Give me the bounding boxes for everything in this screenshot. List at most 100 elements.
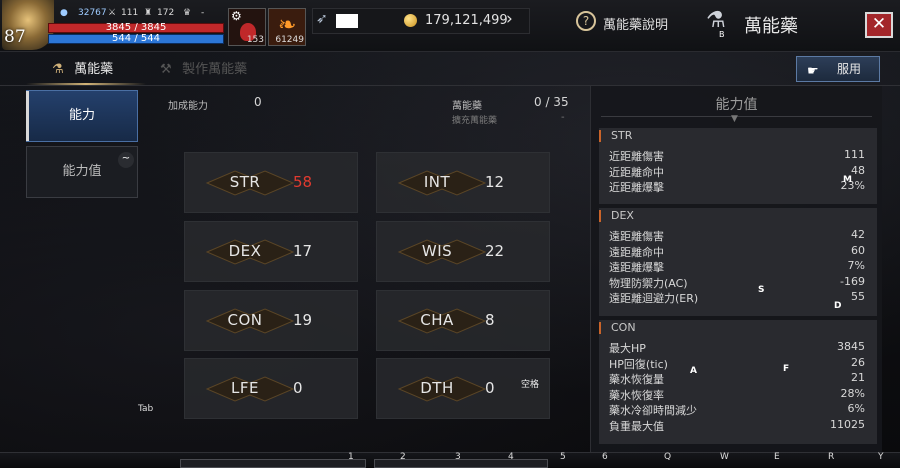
hotkey-label: 2 bbox=[400, 452, 406, 462]
trophy-icon: ♛ bbox=[183, 8, 192, 18]
stat-row-label: 遠距離迴避力(ER) bbox=[609, 292, 699, 305]
hotkey-label: Q bbox=[664, 452, 672, 462]
character-level: 87 bbox=[4, 27, 26, 47]
hotkey-label: 6 bbox=[602, 452, 608, 462]
stat-card-cha[interactable]: CHA 8 bbox=[376, 290, 550, 351]
section-marker bbox=[599, 322, 601, 334]
hotkey-label: Y bbox=[878, 452, 884, 462]
stat-row-value: 42 bbox=[851, 228, 865, 241]
hotkey-hint-m: M bbox=[843, 175, 852, 185]
stat-row-label: 負重最大值 bbox=[609, 419, 664, 433]
dex-stat-row: 遠距離迴避力(ER) 55 bbox=[609, 290, 865, 305]
dex-stat-row: 遠距離命中 60 bbox=[609, 244, 865, 259]
tilde-hotkey: ~ bbox=[118, 152, 134, 168]
tab-hotkey: Tab bbox=[138, 404, 154, 414]
stat-row-label: 藥水冷卻時間減少 bbox=[609, 404, 697, 417]
feather-buff-slot[interactable]: ❧ 61249 bbox=[268, 8, 306, 46]
hp-bar: 3845 / 3845 bbox=[48, 22, 224, 33]
stat-value: 17 bbox=[293, 242, 313, 260]
sword-icon: ⚔ bbox=[108, 8, 117, 18]
use-elixir-button[interactable]: ☛ 服用 bbox=[796, 56, 880, 82]
tab-bar: ⚗ 萬能藥 ⚒ 製作萬能藥 bbox=[0, 52, 900, 86]
stat-name: STR bbox=[229, 173, 261, 191]
gear-icon[interactable]: ⚙ bbox=[231, 9, 242, 23]
stat-a-value: 32767 bbox=[78, 8, 107, 18]
con-stat-row: 藥水恢復率 28% bbox=[609, 387, 865, 402]
stat-name: CON bbox=[227, 311, 263, 329]
con-stat-row: 最大HP 3845 bbox=[609, 340, 865, 355]
hotkey-label: 1 bbox=[348, 452, 354, 462]
stat-card-wis[interactable]: WIS 22 bbox=[376, 221, 550, 282]
tab-elixir[interactable]: ⚗ 萬能藥 bbox=[52, 58, 113, 77]
str-stat-row: 近距離命中 48 bbox=[609, 164, 865, 179]
con-stat-row: 藥水恢復量 21 bbox=[609, 371, 865, 386]
elixir-tab-icon: ⚗ bbox=[52, 62, 64, 77]
mp-text: 544 / 544 bbox=[112, 33, 160, 44]
expand-elixir-label: 擴充萬能藥 bbox=[452, 116, 498, 126]
tab-craft-elixir-label: 製作萬能藥 bbox=[182, 62, 248, 77]
stat-d-value: - bbox=[201, 8, 205, 18]
stat-name: LFE bbox=[231, 379, 259, 397]
dex-stat-row: 物理防禦力(AC) -169 bbox=[609, 275, 865, 290]
tower-icon: ♜ bbox=[144, 8, 153, 18]
chevron-right-icon[interactable]: › bbox=[506, 9, 513, 29]
stat-value: 8 bbox=[485, 311, 495, 329]
stat-row-value: 7% bbox=[847, 259, 865, 272]
use-elixir-label: 服用 bbox=[836, 62, 861, 76]
help-icon[interactable]: ? bbox=[576, 11, 596, 31]
dex-section-header: DEX bbox=[599, 208, 877, 224]
stat-name: DEX bbox=[228, 242, 262, 260]
stat-card-dex[interactable]: DEX 17 bbox=[184, 221, 358, 282]
stat-value: 12 bbox=[485, 173, 505, 191]
stat-card-str[interactable]: STR 58 bbox=[184, 152, 358, 213]
hotkey-hint-f: F bbox=[783, 364, 790, 374]
hotkey-label: E bbox=[774, 452, 780, 462]
potion-buff-count: 153 bbox=[246, 35, 264, 45]
help-label[interactable]: 萬能藥說明 bbox=[603, 14, 668, 33]
section-marker bbox=[599, 130, 601, 142]
stat-name: DTH bbox=[420, 379, 454, 397]
stat-row-label: 藥水恢復量 bbox=[609, 373, 664, 386]
stat-row-value: 3845 bbox=[837, 340, 865, 353]
bonus-ability-label: 加成能力 bbox=[168, 101, 208, 112]
stat-row-value: 111 bbox=[844, 148, 865, 161]
stat-row-value: -169 bbox=[840, 274, 865, 288]
mana-orb-icon: ● bbox=[60, 8, 68, 18]
stat-row-value: 28% bbox=[840, 386, 865, 400]
stat-row-label: 物理防禦力(AC) bbox=[609, 276, 688, 290]
tab-craft-elixir[interactable]: ⚒ 製作萬能藥 bbox=[160, 58, 247, 77]
stat-value: 22 bbox=[485, 242, 505, 260]
page-title: 萬能藥 bbox=[744, 16, 798, 37]
stat-row-value: 21 bbox=[851, 371, 865, 384]
stat-row-label: 遠距離傷害 bbox=[609, 230, 664, 243]
dex-stat-row: 遠距離爆擊 7% bbox=[609, 259, 865, 274]
bonus-ability-value: 0 bbox=[254, 95, 262, 109]
stat-row-value: 55 bbox=[851, 290, 865, 303]
stat-row-label: 最大HP bbox=[609, 342, 646, 355]
stat-c-value: 172 bbox=[157, 8, 175, 18]
expand-elixir-value: - bbox=[561, 112, 565, 123]
sidebar-item-ability[interactable]: 能力 bbox=[26, 90, 138, 142]
con-stat-row: 負重最大值 11025 bbox=[609, 418, 865, 433]
stat-row-value: 60 bbox=[851, 243, 865, 257]
stat-card-con[interactable]: CON 19 bbox=[184, 290, 358, 351]
potion-buff-slot[interactable]: ⚙ 153 bbox=[228, 8, 266, 46]
hotkey-hint-s: S bbox=[758, 285, 765, 295]
stat-row-label: 遠距離爆擊 bbox=[609, 261, 664, 274]
close-button[interactable]: ✕ bbox=[865, 12, 893, 38]
stat-row-label: HP回復(tic) bbox=[609, 357, 668, 371]
stat-card-int[interactable]: INT 12 bbox=[376, 152, 550, 213]
wing-icon: ➶ bbox=[316, 11, 328, 27]
dex-section-label: DEX bbox=[611, 209, 634, 222]
skill-slot-group-1[interactable] bbox=[180, 459, 366, 468]
stat-value: 19 bbox=[293, 311, 313, 329]
str-section-label: STR bbox=[611, 129, 633, 142]
ability-value-panel: 能力值 ▼ STR 近距離傷害 111 近距離命中 48 近距離爆擊 23% DEX 遠距… bbox=[590, 86, 882, 452]
hotkey-label: W bbox=[720, 452, 729, 462]
hand-potion-icon: ☛ bbox=[807, 64, 819, 79]
con-stat-row: HP回復(tic) 26 bbox=[609, 356, 865, 371]
str-section-header: STR bbox=[599, 128, 877, 144]
mp-bar: 544 / 544 bbox=[48, 33, 224, 44]
stat-card-lfe[interactable]: LFE 0 bbox=[184, 358, 358, 419]
sidebar-item-ability-label: 能力 bbox=[68, 108, 95, 123]
